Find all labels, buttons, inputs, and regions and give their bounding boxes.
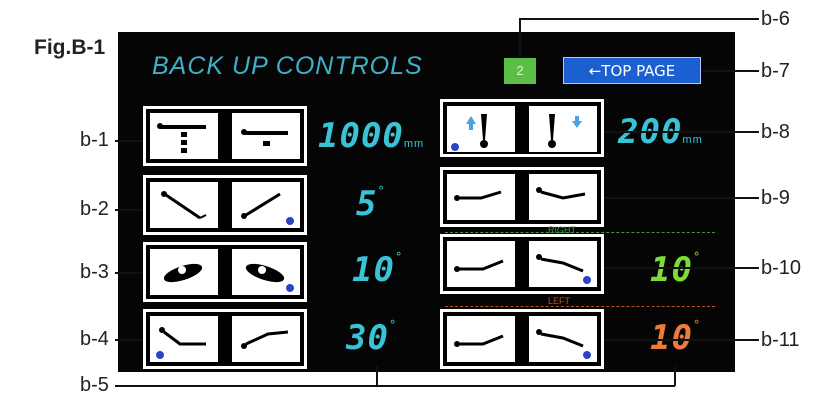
callout-line-b2 — [115, 209, 143, 211]
roll-angle-unit: ° — [394, 250, 404, 264]
callout-line-b3 — [115, 272, 143, 274]
callout-line-b9 — [604, 197, 759, 199]
right-tilt-unit: ° — [692, 250, 702, 264]
callout-b5: b-5 — [80, 374, 109, 396]
callout-b3: b-3 — [80, 261, 109, 283]
callout-b4: b-4 — [80, 328, 109, 350]
callout-b11: b-11 — [761, 329, 800, 351]
callout-b2: b-2 — [80, 198, 109, 220]
roll-angle-display: 10° — [352, 250, 403, 290]
top-page-button[interactable]: ←TOP PAGE — [563, 57, 701, 84]
callout-b1: b-1 — [80, 129, 109, 151]
slide-down-icon — [548, 114, 582, 148]
left-tilt-down-button[interactable] — [529, 316, 597, 362]
back-angle-unit: ° — [377, 184, 386, 198]
callout-line-b11 — [604, 339, 759, 341]
back-angle-value: 5 — [356, 184, 378, 224]
back-up-icon — [454, 190, 502, 201]
table-lower-icon — [241, 129, 288, 146]
right-section-up-icon — [454, 259, 504, 272]
height-right-unit: mm — [682, 134, 703, 146]
leg-up-button[interactable] — [232, 316, 300, 362]
left-section-up-icon — [454, 334, 504, 347]
leg-control-group — [143, 309, 307, 369]
left-tilt-value: 10 — [650, 318, 693, 358]
left-section-label: LEFT — [548, 296, 571, 306]
roll-left-icon — [163, 263, 203, 283]
callout-line-b5-right-tick — [674, 366, 676, 386]
selected-marker-icon — [286, 217, 294, 225]
tilt-control-group — [143, 242, 307, 302]
reverse-trendelenburg-button[interactable] — [232, 182, 300, 228]
leg-down-icon — [156, 327, 206, 359]
callout-b6: b-6 — [761, 8, 790, 30]
trendelenburg-button[interactable] — [150, 182, 218, 228]
back-down-button[interactable] — [529, 174, 597, 220]
table-head-down-icon — [161, 191, 207, 220]
table-head-up-icon — [241, 192, 294, 225]
callout-line-b4 — [115, 339, 143, 341]
leg-angle-display: 30° — [346, 318, 397, 358]
callout-line-b5 — [115, 385, 675, 387]
figure-label: Fig.B-1 — [34, 36, 106, 59]
callout-line-b6 — [519, 18, 759, 20]
right-tilt-display: 10° — [650, 250, 701, 290]
height-up-button[interactable] — [150, 113, 218, 159]
callout-b8: b-8 — [761, 121, 790, 143]
right-tilt-value: 10 — [650, 250, 693, 290]
callout-b9: b-9 — [761, 187, 790, 209]
back-control-group — [440, 167, 604, 227]
back-down-icon — [536, 187, 586, 200]
leg-down-button[interactable] — [150, 316, 218, 362]
tilt-right-button[interactable] — [232, 249, 300, 295]
left-tilt-unit: ° — [692, 318, 702, 332]
callout-b10: b-10 — [761, 257, 802, 279]
table-raise-icon — [157, 123, 206, 153]
screen-title: BACK UP CONTROLS — [152, 52, 423, 80]
slide-control-group — [440, 99, 604, 157]
callout-line-b10 — [604, 267, 759, 269]
selected-marker-icon — [451, 143, 459, 151]
selected-marker-icon — [156, 351, 164, 359]
right-section-label: RIGHT — [548, 225, 576, 235]
left-section-down-icon — [536, 329, 591, 359]
right-tilt-down-button[interactable] — [529, 241, 597, 287]
left-tilt-display: 10° — [650, 318, 701, 358]
trendelenburg-control-group — [143, 175, 307, 235]
left-divider — [445, 306, 715, 307]
roll-angle-value: 10 — [352, 250, 395, 290]
callout-line-b8 — [604, 131, 759, 133]
selected-marker-icon — [286, 284, 294, 292]
left-tilt-control-group — [440, 309, 604, 369]
roll-right-icon — [245, 263, 294, 292]
back-up-button[interactable] — [447, 174, 515, 220]
slide-up-icon — [451, 114, 488, 151]
leg-angle-value: 30 — [346, 318, 389, 358]
slide-down-button[interactable] — [529, 106, 597, 152]
leg-angle-unit: ° — [388, 318, 398, 332]
right-divider — [445, 232, 715, 233]
height-value-display: 1000mm — [318, 116, 424, 156]
slide-up-button[interactable] — [447, 106, 515, 152]
height-unit: mm — [403, 138, 425, 150]
callout-b7: b-7 — [761, 60, 790, 82]
page-number-indicator: 2 — [504, 58, 536, 84]
height-down-button[interactable] — [232, 113, 300, 159]
right-section-down-icon — [536, 254, 591, 284]
selected-marker-icon — [583, 276, 591, 284]
selected-marker-icon — [583, 351, 591, 359]
height-control-group — [143, 106, 307, 166]
callout-line-b1 — [115, 140, 143, 142]
height-value: 1000 — [318, 116, 404, 156]
back-angle-display: 5° — [356, 184, 386, 224]
callout-line-b6-vertical — [519, 18, 521, 58]
left-tilt-up-button[interactable] — [447, 316, 515, 362]
right-tilt-control-group — [440, 234, 604, 294]
right-tilt-up-button[interactable] — [447, 241, 515, 287]
callout-line-b7 — [702, 70, 759, 72]
callout-line-b5-left-tick — [376, 366, 378, 386]
leg-up-icon — [241, 330, 289, 349]
tilt-left-button[interactable] — [150, 249, 218, 295]
